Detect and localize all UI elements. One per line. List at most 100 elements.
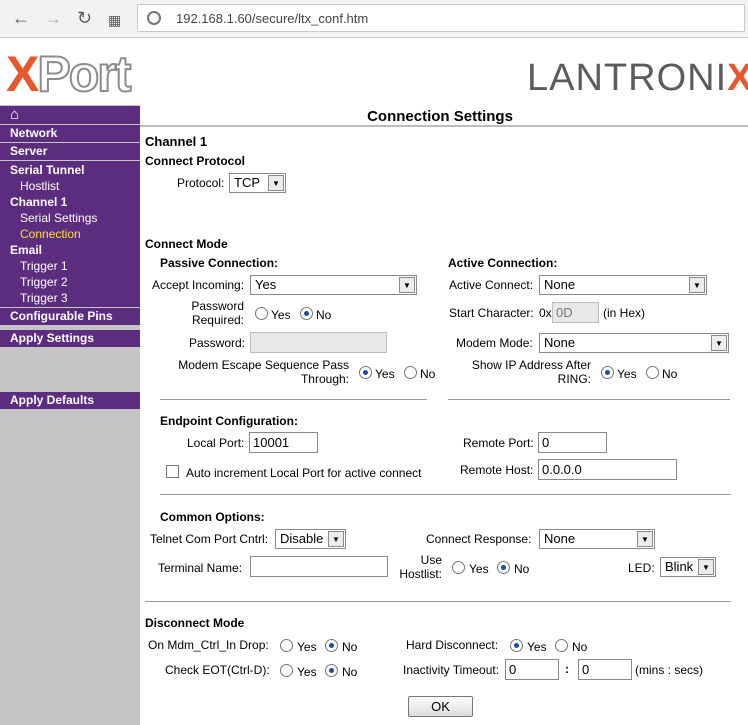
brand-x: X [727, 57, 748, 99]
sidebar-item-apply-defaults[interactable]: Apply Defaults [0, 392, 140, 409]
sidebar-item-serial-tunnel[interactable]: Serial Tunnel [0, 162, 140, 178]
use-hostlist-no-radio[interactable] [497, 561, 510, 574]
modem-mode-value: None [544, 335, 576, 350]
telnet-value: Disable [280, 531, 324, 546]
connect-response-select[interactable]: None ▼ [539, 529, 655, 549]
auto-increment-checkbox[interactable] [166, 465, 179, 478]
sidebar-item-hostlist[interactable]: Hostlist [0, 178, 140, 194]
url-text: 192.168.1.60/secure/ltx_conf.htm [176, 11, 369, 26]
mdm-ctrl-label: On Mdm_Ctrl_In Drop: [148, 638, 269, 652]
local-port-input[interactable]: 10001 [249, 432, 318, 453]
common-options-heading: Common Options: [160, 510, 265, 524]
hard-disconnect-yes-radio[interactable] [510, 639, 523, 652]
logo-port: Port [36, 46, 132, 102]
lantronix-logo: LANTRONIX® [527, 58, 748, 98]
use-hostlist-yes-radio[interactable] [452, 561, 465, 574]
logo-x: X [6, 46, 39, 102]
ok-button[interactable]: OK [408, 696, 473, 717]
sidebar-item-network[interactable]: Network [0, 125, 140, 142]
led-label: LED: [628, 561, 655, 575]
sidebar-item-connection[interactable]: Connection [0, 226, 140, 242]
password-required-yes-radio[interactable] [255, 307, 268, 320]
connect-response-label: Connect Response: [426, 532, 532, 546]
show-ip-yes-radio[interactable] [601, 366, 614, 379]
hard-disconnect-no-radio[interactable] [555, 639, 568, 652]
brand-text: LANTRONI [527, 57, 728, 99]
address-bar[interactable]: 192.168.1.60/secure/ltx_conf.htm [137, 4, 745, 32]
no-label: No [316, 308, 332, 322]
sidebar-item-trigger3[interactable]: Trigger 3 [0, 290, 140, 306]
home-icon[interactable]: ⌂ [0, 106, 140, 124]
protocol-label: Protocol: [177, 176, 225, 190]
modem-escape-yes-radio[interactable] [359, 366, 372, 379]
yes-label: Yes [297, 640, 317, 654]
password-required-line2: Required: [191, 313, 244, 327]
chevron-down-icon: ▼ [268, 175, 284, 191]
hex-prefix: 0x [539, 306, 552, 320]
active-connection-heading: Active Connection: [448, 256, 558, 270]
divider [448, 399, 730, 400]
password-required-label: Password Required: [160, 299, 244, 327]
start-character-input[interactable]: 0D [552, 302, 599, 323]
terminal-name-label: Terminal Name: [158, 561, 243, 575]
disconnect-mode-heading: Disconnect Mode [145, 616, 245, 630]
chevron-down-icon: ▼ [637, 531, 653, 547]
back-arrow-icon[interactable]: ← [12, 8, 30, 28]
yes-label: Yes [527, 640, 547, 654]
sidebar-item-email[interactable]: Email [0, 242, 140, 258]
use-hostlist-line2: Hostlist: [399, 567, 442, 581]
sidebar-item-channel1[interactable]: Channel 1 [0, 194, 140, 210]
chevron-down-icon: ▼ [399, 277, 415, 293]
inactivity-minutes-input[interactable]: 0 [505, 659, 559, 680]
active-connect-select[interactable]: None ▼ [539, 275, 707, 295]
reload-icon[interactable]: ↻ [77, 8, 92, 28]
no-label: No [342, 665, 358, 679]
password-label: Password: [189, 336, 246, 350]
check-eot-label: Check EOT(Ctrl-D): [165, 663, 270, 677]
terminal-name-input[interactable] [250, 556, 388, 577]
led-value: Blink [665, 559, 694, 574]
accept-incoming-select[interactable]: Yes ▼ [250, 275, 417, 295]
no-label: No [662, 367, 678, 381]
sidebar-item-serial-settings[interactable]: Serial Settings [0, 210, 140, 226]
sidebar-item-trigger1[interactable]: Trigger 1 [0, 258, 140, 274]
channel-heading: Channel 1 [145, 134, 208, 149]
sidebar-item-server[interactable]: Server [0, 143, 140, 160]
modem-escape-line1: Modem Escape Sequence Pass [178, 358, 349, 372]
modem-escape-no-radio[interactable] [404, 366, 417, 379]
chevron-down-icon: ▼ [689, 277, 705, 293]
password-required-no-radio[interactable] [300, 307, 313, 320]
sidebar-item-configurable-pins[interactable]: Configurable Pins [0, 308, 140, 325]
remote-host-input[interactable]: 0.0.0.0 [538, 459, 677, 480]
password-input[interactable] [250, 332, 387, 353]
apps-grid-icon[interactable]: ▦ [108, 10, 121, 30]
inactivity-seconds-input[interactable]: 0 [578, 659, 632, 680]
mdm-ctrl-yes-radio[interactable] [280, 639, 293, 652]
chevron-down-icon: ▼ [711, 335, 727, 351]
modem-mode-select[interactable]: None ▼ [539, 333, 729, 353]
remote-port-input[interactable]: 0 [538, 432, 607, 453]
check-eot-yes-radio[interactable] [280, 664, 293, 677]
show-ip-no-radio[interactable] [646, 366, 659, 379]
use-hostlist-line1: Use [420, 553, 442, 567]
page-info-icon[interactable] [147, 11, 161, 25]
led-select[interactable]: Blink ▼ [660, 557, 716, 577]
sidebar-item-trigger2[interactable]: Trigger 2 [0, 274, 140, 290]
divider [145, 601, 731, 602]
protocol-select[interactable]: TCP ▼ [229, 173, 286, 193]
show-ip-line2: RING: [557, 372, 591, 386]
modem-escape-label: Modem Escape Sequence Pass Through: [160, 358, 349, 386]
forward-arrow-icon[interactable]: → [44, 8, 62, 28]
local-port-label: Local Port: [187, 436, 245, 450]
check-eot-no-radio[interactable] [325, 664, 338, 677]
telnet-label: Telnet Com Port Cntrl: [150, 532, 269, 546]
mdm-ctrl-no-radio[interactable] [325, 639, 338, 652]
divider [160, 494, 731, 495]
sidebar-item-apply-settings[interactable]: Apply Settings [0, 330, 140, 347]
remote-host-label: Remote Host: [460, 463, 534, 477]
chevron-down-icon: ▼ [698, 559, 714, 575]
telnet-select[interactable]: Disable ▼ [275, 529, 346, 549]
use-hostlist-label: Use Hostlist: [394, 553, 442, 581]
no-label: No [572, 640, 588, 654]
no-label: No [420, 367, 436, 381]
